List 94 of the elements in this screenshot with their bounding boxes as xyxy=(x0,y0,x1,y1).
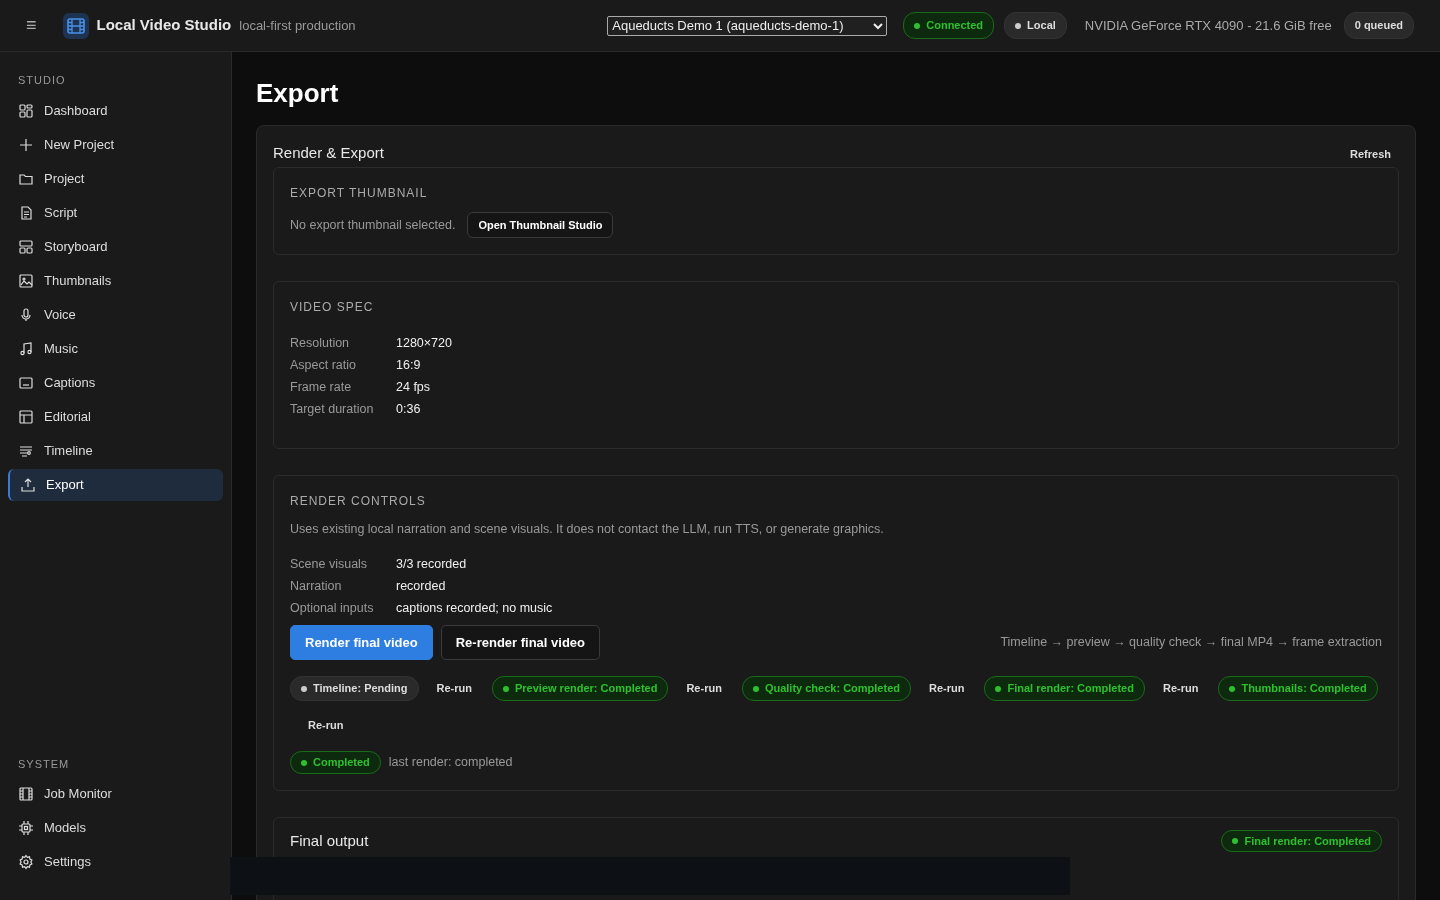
status-badge: Completed xyxy=(290,751,381,774)
section-heading: RENDER CONTROLS xyxy=(290,493,427,511)
app-name: Local Video Studio xyxy=(96,15,232,36)
stage-badge: Thumbnails: Completed xyxy=(1218,676,1378,701)
nav-item[interactable]: Storyboard xyxy=(8,230,223,263)
nav-item[interactable]: Music xyxy=(8,332,223,365)
layout-icon xyxy=(18,238,34,255)
open-thumbnail-studio-button[interactable]: Open Thumbnail Studio xyxy=(467,211,614,239)
re-render-button[interactable]: Re-render final video xyxy=(440,624,600,661)
stage-badge: Final render: Completed xyxy=(984,676,1145,701)
caption-icon xyxy=(18,374,34,391)
field-label: Scene visuals xyxy=(290,555,369,573)
field-label: Resolution xyxy=(290,335,351,353)
panel-title: Render & Export xyxy=(273,143,384,164)
field-label: Aspect ratio xyxy=(290,357,357,375)
section-heading: VIDEO SPEC xyxy=(290,299,375,317)
rerun-button[interactable]: Re-run xyxy=(920,678,973,699)
nav-item[interactable]: Job Monitor xyxy=(8,778,223,810)
nav-label: Script xyxy=(44,203,78,222)
pipeline-text: Timeline → preview → quality check → final MP4 → frame extraction xyxy=(1000,634,1382,652)
nav-label: Models xyxy=(44,819,86,838)
nav-item[interactable]: Thumbnails xyxy=(8,264,223,297)
nav-label: Export xyxy=(46,475,84,494)
microphone-icon xyxy=(18,306,34,323)
nav-label: Project xyxy=(44,169,85,188)
nav-label: Job Monitor xyxy=(44,785,112,804)
app-logo-icon xyxy=(62,12,89,39)
rerun-button[interactable]: Re-run xyxy=(428,678,480,699)
film-icon xyxy=(18,786,34,802)
rerun-button[interactable]: Re-run xyxy=(1154,678,1207,699)
field-label: Optional inputs xyxy=(290,599,375,617)
status-badge: Connected xyxy=(903,12,995,39)
status-note: last render: completed xyxy=(388,754,513,772)
nav-item[interactable]: Timeline xyxy=(8,434,223,467)
upload-icon xyxy=(20,476,36,493)
queue-badge: 0 queued xyxy=(1343,12,1414,39)
nav-label: Settings xyxy=(44,853,91,872)
rerun-button[interactable]: Re-run xyxy=(300,714,352,736)
nav-item[interactable]: Captions xyxy=(8,366,223,399)
render-button[interactable]: Render final video xyxy=(290,624,433,661)
nav-item[interactable]: Script xyxy=(8,196,223,229)
nav-item[interactable]: New Project xyxy=(8,128,223,161)
nav-label: Thumbnails xyxy=(44,271,112,290)
project-select[interactable]: Aqueducts Demo 1 (aqueducts-demo-1) xyxy=(607,15,888,36)
description-text: Uses existing local narration and scene visuals. It does not contact the LLM, run TTS, or generate graphics. xyxy=(290,521,885,539)
layout-icon xyxy=(18,408,34,425)
music-note-icon xyxy=(18,340,34,357)
field-value: 1280×720 xyxy=(396,335,453,353)
rerun-button[interactable]: Re-run xyxy=(678,678,730,699)
field-value: 0:36 xyxy=(396,401,422,419)
nav-item[interactable]: Voice xyxy=(8,298,223,331)
menu-button[interactable]: ≡ xyxy=(26,12,37,39)
document-icon xyxy=(18,204,34,221)
page-title: Export xyxy=(256,78,340,110)
section-heading: EXPORT THUMBNAIL xyxy=(290,184,429,202)
nav-label: Dashboard xyxy=(44,101,108,120)
nav-label: Timeline xyxy=(44,441,93,460)
refresh-button[interactable]: Refresh xyxy=(1342,144,1399,165)
nav-item[interactable]: Project xyxy=(8,162,223,195)
plus-icon xyxy=(18,136,34,153)
nav-item[interactable]: Models xyxy=(8,812,223,844)
field-value: recorded xyxy=(396,577,447,595)
nav-label: New Project xyxy=(44,135,115,154)
settings-icon xyxy=(18,854,34,870)
chip-icon xyxy=(18,820,34,836)
stage-badge: Timeline: Pending xyxy=(290,676,419,701)
field-label: Narration xyxy=(290,577,343,595)
stage-badge: Preview render: Completed xyxy=(492,676,669,701)
tagline: local-first production xyxy=(239,16,356,35)
nav-item[interactable]: Dashboard xyxy=(8,94,223,127)
field-label: Frame rate xyxy=(290,379,353,397)
nav-item[interactable]: Export xyxy=(8,468,223,501)
field-value: 3/3 recorded xyxy=(396,555,468,573)
nav-label: Voice xyxy=(44,305,76,324)
image-icon xyxy=(18,272,34,289)
nav-label: Storyboard xyxy=(44,237,108,256)
grid-icon xyxy=(18,102,34,119)
status-badge: Local xyxy=(1004,12,1067,39)
status-badge: Final render: Completed xyxy=(1221,829,1382,853)
field-label: Target duration xyxy=(290,401,375,419)
field-value: 24 fps xyxy=(396,379,432,397)
nav-item[interactable]: Settings xyxy=(8,846,223,878)
field-value: captions recorded; no music xyxy=(396,599,554,617)
section-heading: STUDIO xyxy=(17,73,67,88)
section-title: Final output xyxy=(290,830,369,851)
nav-item[interactable]: Editorial xyxy=(8,400,223,433)
nav-label: Editorial xyxy=(44,407,91,426)
section-heading: SYSTEM xyxy=(17,756,71,772)
nav-label: Captions xyxy=(44,373,96,392)
stage-badge: Quality check: Completed xyxy=(741,676,911,701)
field-value: 16:9 xyxy=(396,357,422,375)
gpu-status: NVIDIA GeForce RTX 4090 - 21.6 GiB free xyxy=(1084,16,1332,35)
nav-label: Music xyxy=(44,339,78,358)
message-text: No export thumbnail selected. xyxy=(290,216,456,234)
